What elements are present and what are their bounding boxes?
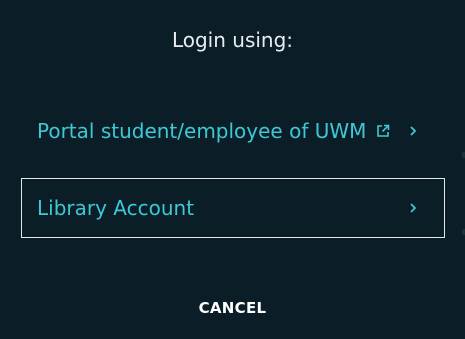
portal-login-option[interactable]: Portal student/employee of UWM bbox=[21, 101, 445, 161]
chevron-right-icon bbox=[408, 124, 418, 138]
external-link-icon bbox=[375, 123, 391, 139]
cancel-button[interactable]: CANCEL bbox=[0, 299, 465, 317]
portal-login-label: Portal student/employee of UWM bbox=[37, 119, 367, 143]
login-dialog: Login using: Portal student/employee of … bbox=[0, 0, 465, 339]
library-account-label: Library Account bbox=[37, 196, 195, 220]
library-account-option[interactable]: Library Account bbox=[21, 178, 445, 238]
dialog-title: Login using: bbox=[171, 28, 294, 52]
chevron-right-icon bbox=[408, 201, 418, 215]
